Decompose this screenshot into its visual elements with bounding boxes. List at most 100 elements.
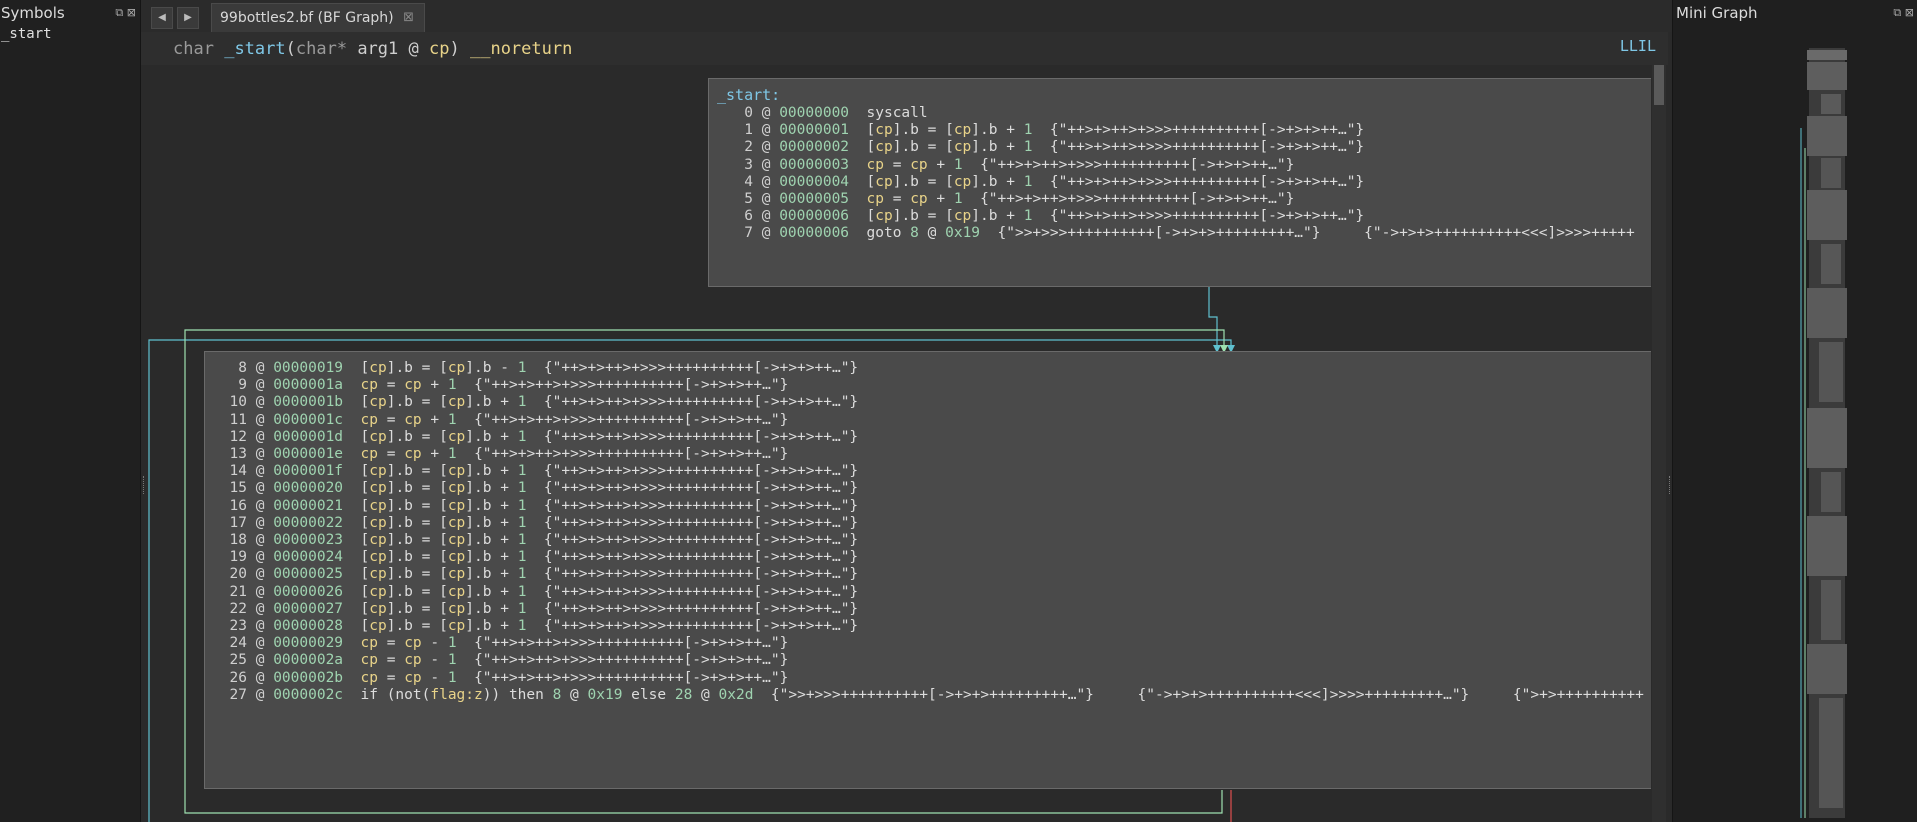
il-instruction-row[interactable]: 7 @ 00000006 goto 8 @ 0x19 {">>+>>>+++++…: [709, 223, 1635, 244]
param-name[interactable]: arg1: [357, 39, 398, 59]
instruction-text[interactable]: [cp].b = [cp].b + 1: [361, 429, 527, 445]
instruction-text[interactable]: [cp].b = [cp].b + 1: [867, 174, 1033, 190]
instruction-text[interactable]: cp = cp - 1: [361, 670, 457, 686]
instruction-address[interactable]: 00000026: [273, 584, 343, 600]
basic-block-loop[interactable]: 8 @ 00000019 [cp].b = [cp].b - 1 {"++>+>…: [204, 351, 1651, 789]
param-at: @: [408, 39, 419, 59]
instruction-address[interactable]: 00000001: [779, 122, 849, 138]
instruction-address[interactable]: 00000005: [779, 191, 849, 207]
instruction-address[interactable]: 00000029: [273, 635, 343, 651]
instruction-address[interactable]: 0000002b: [273, 670, 343, 686]
view-mode-selector[interactable]: LLIL: [1620, 37, 1656, 55]
string-annotation: {"++>+>++>+>>>++++++++++[->+>+>++…"}: [543, 360, 859, 376]
basic-block-start[interactable]: _start: 0 @ 00000000 syscall 1 @ 00000001…: [708, 78, 1651, 287]
instruction-text[interactable]: cp = cp + 1: [361, 446, 457, 462]
string-annotation: {"++>+>++>+>>>++++++++++[->+>+>++…"}: [543, 514, 859, 531]
tab-bar: ◀ ▶ 99bottles2.bf (BF Graph) ⊠: [141, 0, 1672, 33]
instruction-address[interactable]: 0000001d: [273, 429, 343, 445]
string-annotation: {"++>+>++>+>>>++++++++++[->+>+>++…"}: [543, 480, 859, 497]
symbols-panel: Symbols ⧉ ⊠ _start: [0, 0, 141, 822]
nav-forward-button[interactable]: ▶: [177, 7, 199, 29]
instruction-text[interactable]: goto 8 @ 0x19: [867, 225, 981, 241]
instruction-address[interactable]: 00000022: [273, 515, 343, 531]
string-annotation: {"++>+>++>+>>>++++++++++[->+>+>++…"}: [474, 377, 789, 394]
string-annotation: {"++>+>++>+>>>++++++++++[->+>+>++…"}: [543, 497, 859, 514]
instruction-address[interactable]: 00000002: [779, 139, 849, 155]
string-annotation: {"++>+>++>+>>>++++++++++[->+>+>++…"}: [980, 156, 1295, 173]
instruction-address[interactable]: 00000024: [273, 549, 343, 565]
instruction-address[interactable]: 00000019: [273, 360, 343, 376]
instruction-address[interactable]: 00000023: [273, 532, 343, 548]
il-instruction-row[interactable]: 27 @ 0000002c if (not(flag:z)) then 8 @ …: [205, 685, 1644, 706]
panel-controls[interactable]: ⧉ ⊠: [1893, 6, 1914, 20]
instruction-text[interactable]: [cp].b = [cp].b + 1: [361, 566, 527, 582]
instruction-address[interactable]: 0000001e: [273, 446, 343, 462]
instruction-address[interactable]: 00000000: [779, 105, 849, 121]
instruction-address[interactable]: 00000004: [779, 174, 849, 190]
string-annotation: {"++>+>++>+>>>++++++++++[->+>+>++…"}: [1049, 208, 1365, 225]
instruction-address[interactable]: 00000003: [779, 157, 849, 173]
string-annotation: {"++>+>++>+>>>++++++++++[->+>+>++…"}: [543, 463, 859, 480]
param-register: cp: [429, 39, 450, 59]
scrollbar-thumb[interactable]: [1654, 65, 1664, 105]
instruction-text[interactable]: cp = cp - 1: [361, 635, 457, 651]
instruction-text[interactable]: syscall: [867, 105, 928, 121]
instruction-address[interactable]: 0000001f: [273, 463, 343, 479]
string-annotation: {"++>+>++>+>>>++++++++++[->+>+>++…"}: [474, 635, 789, 652]
instruction-address[interactable]: 0000001a: [273, 377, 343, 393]
instruction-text[interactable]: [cp].b = [cp].b + 1: [361, 480, 527, 496]
graph-view[interactable]: _start: 0 @ 00000000 syscall 1 @ 00000001…: [145, 65, 1651, 822]
symbol-item-start[interactable]: _start: [1, 26, 52, 42]
instruction-text[interactable]: [cp].b = [cp].b + 1: [867, 208, 1033, 224]
instruction-text[interactable]: [cp].b = [cp].b + 1: [361, 394, 527, 410]
string-annotation: {"++>+>++>+>>>++++++++++[->+>+>++…"}: [543, 428, 859, 445]
instruction-text[interactable]: [cp].b = [cp].b + 1: [361, 618, 527, 634]
instruction-address[interactable]: 0000002c: [273, 687, 343, 703]
instruction-address[interactable]: 00000028: [273, 618, 343, 634]
instruction-text[interactable]: [cp].b = [cp].b + 1: [867, 139, 1033, 155]
tab-99bottles[interactable]: 99bottles2.bf (BF Graph) ⊠: [211, 3, 425, 33]
string-annotation: {"++>+>++>+>>>++++++++++[->+>+>++…"}: [1049, 139, 1365, 156]
instruction-text[interactable]: cp = cp + 1: [361, 377, 457, 393]
string-annotation: {"++>+>++>+>>>++++++++++[->+>+>++…"}: [474, 411, 789, 428]
instruction-address[interactable]: 0000001b: [273, 394, 343, 410]
instruction-text[interactable]: [cp].b = [cp].b + 1: [361, 463, 527, 479]
instruction-address[interactable]: 00000021: [273, 498, 343, 514]
block-label[interactable]: _start:: [717, 86, 780, 104]
nav-back-button[interactable]: ◀: [151, 7, 173, 29]
instruction-text[interactable]: if (not(flag:z)) then 8 @ 0x19 else 28 @…: [361, 687, 754, 703]
instruction-text[interactable]: cp = cp + 1: [867, 157, 963, 173]
instruction-address[interactable]: 00000006: [779, 225, 849, 241]
function-header: char _start(char* arg1 @ cp) __noreturn …: [141, 32, 1668, 65]
instruction-text[interactable]: cp = cp + 1: [867, 191, 963, 207]
string-annotation: {"++>+>++>+>>>++++++++++[->+>+>++…"}: [1049, 173, 1365, 190]
instruction-address[interactable]: 0000002a: [273, 652, 343, 668]
instruction-address[interactable]: 00000006: [779, 208, 849, 224]
close-tab-icon[interactable]: ⊠: [403, 10, 414, 25]
function-signature[interactable]: char _start(char* arg1 @ cp) __noreturn: [173, 39, 572, 59]
instruction-address[interactable]: 00000027: [273, 601, 343, 617]
instruction-address[interactable]: 00000020: [273, 480, 343, 496]
instruction-text[interactable]: cp = cp - 1: [361, 652, 457, 668]
instruction-text[interactable]: [cp].b = [cp].b - 1: [361, 360, 527, 376]
mini-graph-panel: Mini Graph ⧉ ⊠: [1672, 0, 1917, 822]
instruction-text[interactable]: [cp].b = [cp].b + 1: [361, 498, 527, 514]
instruction-text[interactable]: [cp].b = [cp].b + 1: [361, 515, 527, 531]
instruction-text[interactable]: [cp].b = [cp].b + 1: [361, 532, 527, 548]
float-icon[interactable]: ⧉: [115, 6, 123, 19]
instruction-text[interactable]: cp = cp + 1: [361, 412, 457, 428]
function-attribute: __noreturn: [469, 39, 573, 59]
instruction-address[interactable]: 0000001c: [273, 412, 343, 428]
float-icon[interactable]: ⧉: [1893, 6, 1901, 19]
instruction-text[interactable]: [cp].b = [cp].b + 1: [361, 601, 527, 617]
function-name[interactable]: _start: [224, 39, 285, 59]
mini-graph-canvas[interactable]: [1773, 48, 1863, 818]
panel-controls[interactable]: ⧉ ⊠: [115, 6, 136, 20]
graph-vertical-scrollbar[interactable]: [1652, 65, 1666, 822]
close-icon[interactable]: ⊠: [1905, 6, 1914, 19]
close-icon[interactable]: ⊠: [127, 6, 136, 19]
instruction-address[interactable]: 00000025: [273, 566, 343, 582]
instruction-text[interactable]: [cp].b = [cp].b + 1: [867, 122, 1033, 138]
instruction-text[interactable]: [cp].b = [cp].b + 1: [361, 549, 527, 565]
instruction-text[interactable]: [cp].b = [cp].b + 1: [361, 584, 527, 600]
